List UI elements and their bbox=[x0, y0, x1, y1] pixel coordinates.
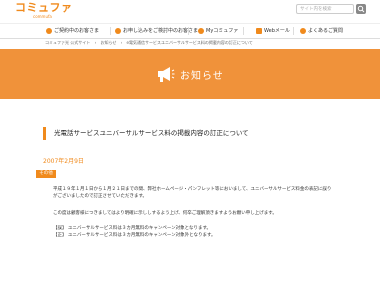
logo-sub: commufa bbox=[33, 14, 52, 19]
page-title: お知らせ bbox=[180, 71, 224, 82]
article-item-wrong: 【誤】 ユニバーサルサービス料は３カ月無料のキャンペーン対象となります。 bbox=[53, 226, 212, 231]
header: コミュファ commufa サイト内を検索 bbox=[0, 0, 380, 22]
logo-main: コミュファ bbox=[15, 1, 73, 14]
article-title: 光電話サービスユニバーサルサービス料の掲載内容の訂正について bbox=[43, 127, 344, 140]
nav-divider bbox=[243, 27, 244, 35]
breadcrumb-sep: › bbox=[120, 40, 123, 45]
nav-label: お申し込みをご検討中のお客さま bbox=[123, 28, 199, 34]
search-button[interactable] bbox=[356, 4, 366, 14]
nav-label: Myコミュファ bbox=[206, 28, 239, 34]
nav-divider bbox=[110, 27, 111, 35]
page-banner: お知らせ bbox=[0, 49, 380, 99]
logo[interactable]: コミュファ commufa bbox=[15, 1, 73, 20]
breadcrumb-news[interactable]: お知らせ bbox=[100, 40, 116, 45]
nav-divider bbox=[188, 27, 189, 35]
article-paragraph: この度は顧客様につきましてはより明確に示ししするよう上げ、何卒ご理解頂きますよう… bbox=[53, 211, 277, 216]
search-icon bbox=[357, 5, 365, 13]
global-nav: ご契約中のお客さま お申し込みをご検討中のお客さま Myコミュファ Webメール… bbox=[0, 23, 380, 39]
article-date: 2007年2月9日 bbox=[43, 158, 84, 165]
nav-item-mycommufa[interactable]: Myコミュファ bbox=[198, 24, 238, 38]
nav-item-subscribers[interactable]: ご契約中のお客さま bbox=[46, 24, 99, 38]
category-badge: その他 bbox=[36, 170, 56, 178]
article-item-correct: 【正】 ユニバーサルサービス料は３カ月無料のキャンペーン対象外となります。 bbox=[53, 233, 216, 238]
megaphone-icon bbox=[158, 67, 175, 82]
question-icon bbox=[300, 27, 306, 34]
search-input[interactable]: サイト内を検索 bbox=[296, 4, 354, 14]
heart-icon bbox=[198, 27, 204, 34]
nav-item-webmail[interactable]: Webメール bbox=[256, 24, 290, 38]
arrow-icon bbox=[46, 27, 52, 34]
breadcrumb-home[interactable]: コミュファ光 公式サイト bbox=[45, 40, 90, 45]
breadcrumb-sep: › bbox=[94, 40, 97, 45]
breadcrumb: コミュファ光 公式サイト › お知らせ › e電気通信サービスユニバーサルサービ… bbox=[45, 40, 256, 46]
nav-item-faq[interactable]: よくあるご質問 bbox=[300, 24, 343, 38]
article-paragraph: 平成１９年１月１日から１月２１日までの間、弊社ホームページ・パンフレット等におい… bbox=[53, 187, 332, 192]
mail-icon bbox=[256, 27, 262, 34]
nav-label: ご契約中のお客さま bbox=[54, 28, 100, 34]
nav-label: Webメール bbox=[264, 28, 290, 34]
nav-divider bbox=[293, 27, 294, 35]
article-paragraph: がございましたので訂正させていただきます。 bbox=[53, 194, 148, 199]
nav-item-prospects[interactable]: お申し込みをご検討中のお客さま bbox=[115, 24, 198, 38]
breadcrumb-current: e電気通信サービスユニバーサルサービス料の掲載内容の訂正について bbox=[126, 40, 253, 45]
arrow-icon bbox=[115, 27, 121, 34]
nav-label: よくあるご質問 bbox=[308, 28, 344, 34]
